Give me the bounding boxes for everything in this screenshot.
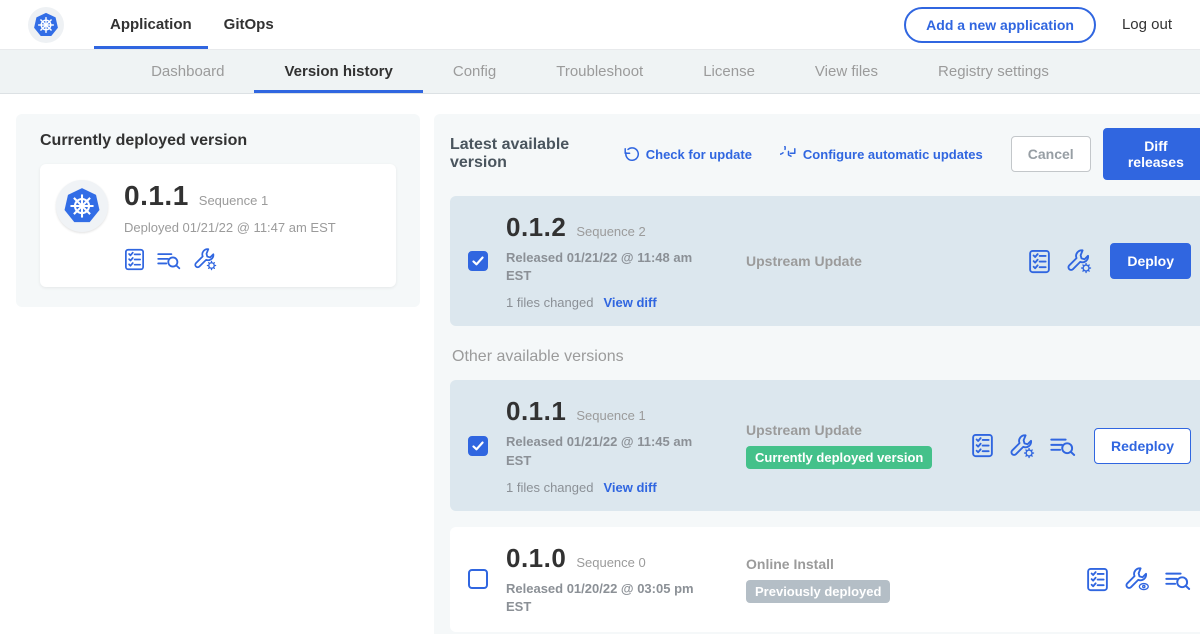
previously-deployed-badge: Previously deployed <box>746 580 890 603</box>
available-versions-panel: Latest available version Check for updat… <box>434 114 1200 634</box>
files-changed-label: 1 files changed <box>506 480 593 495</box>
view-diff-link[interactable]: View diff <box>603 480 656 495</box>
currently-deployed-badge: Currently deployed version <box>746 446 932 469</box>
kubernetes-logo <box>28 7 64 43</box>
deploy-logs-icon[interactable] <box>1050 434 1076 457</box>
version-number: 0.1.1 <box>506 396 566 427</box>
subnav-version-history[interactable]: Version history <box>254 50 422 93</box>
config-wrench-gear-icon[interactable] <box>1009 433 1035 459</box>
preflight-checklist-icon[interactable] <box>971 433 994 458</box>
app-icon-kubernetes <box>56 180 108 232</box>
subnav-config[interactable]: Config <box>423 50 526 93</box>
sequence-label: Sequence 1 <box>576 408 645 423</box>
files-changed-label: 1 files changed <box>506 295 593 310</box>
version-source-label: Online Install <box>746 556 971 572</box>
deployed-version-card: 0.1.1 Sequence 1 Deployed 01/21/22 @ 11:… <box>40 164 396 287</box>
released-timestamp: Released 01/21/22 @ 11:45 am EST <box>506 433 701 469</box>
deployed-sequence-label: Sequence 1 <box>199 193 268 208</box>
deployed-panel-title: Currently deployed version <box>40 132 396 150</box>
subnav-troubleshoot[interactable]: Troubleshoot <box>526 50 673 93</box>
subnav-dashboard[interactable]: Dashboard <box>121 50 254 93</box>
version-row-0-1-2: 0.1.2 Sequence 2 Released 01/21/22 @ 11:… <box>450 196 1200 326</box>
main-content: Currently deployed version 0.1.1 Sequenc… <box>0 94 1200 634</box>
config-wrench-view-icon[interactable] <box>1124 566 1150 592</box>
top-header: Application GitOps Add a new application… <box>0 0 1200 50</box>
subnav-license[interactable]: License <box>673 50 785 93</box>
version-row-0-1-0: 0.1.0 Sequence 0 Released 01/20/22 @ 03:… <box>450 527 1200 632</box>
version-checkbox[interactable] <box>468 436 488 456</box>
deployed-version-number: 0.1.1 <box>124 180 189 212</box>
preflight-checklist-icon[interactable] <box>124 248 145 271</box>
latest-available-title: Latest available version <box>450 136 607 172</box>
version-row-0-1-1: 0.1.1 Sequence 1 Released 01/21/22 @ 11:… <box>450 380 1200 510</box>
other-available-versions-title: Other available versions <box>452 348 1200 366</box>
deployed-timestamp: Deployed 01/21/22 @ 11:47 am EST <box>124 220 336 235</box>
add-application-button[interactable]: Add a new application <box>904 7 1096 43</box>
view-diff-link[interactable]: View diff <box>603 295 656 310</box>
app-subnav: Dashboard Version history Config Trouble… <box>0 50 1200 94</box>
subnav-registry-settings[interactable]: Registry settings <box>908 50 1079 93</box>
preflight-checklist-icon[interactable] <box>1086 567 1109 592</box>
logout-button[interactable]: Log out <box>1122 16 1172 33</box>
config-wrench-gear-icon[interactable] <box>1066 248 1092 274</box>
subnav-view-files[interactable]: View files <box>785 50 908 93</box>
currently-deployed-panel: Currently deployed version 0.1.1 Sequenc… <box>16 114 420 307</box>
check-for-update-link[interactable]: Check for update <box>623 146 752 163</box>
version-checkbox[interactable] <box>468 569 488 589</box>
version-source-label: Upstream Update <box>746 422 971 438</box>
version-checkbox[interactable] <box>468 251 488 271</box>
tab-application[interactable]: Application <box>94 0 208 49</box>
tab-gitops[interactable]: GitOps <box>208 0 290 49</box>
sequence-label: Sequence 0 <box>576 555 645 570</box>
deploy-logs-icon[interactable] <box>1165 568 1191 591</box>
diff-releases-button[interactable]: Diff releases <box>1103 128 1200 180</box>
header-right: Add a new application Log out <box>904 7 1172 43</box>
version-source-label: Upstream Update <box>746 253 971 269</box>
available-panel-header: Latest available version Check for updat… <box>450 128 1200 180</box>
auto-update-clock-icon <box>780 146 797 163</box>
preflight-checklist-icon[interactable] <box>1028 249 1051 274</box>
version-number: 0.1.2 <box>506 212 566 243</box>
cancel-button[interactable]: Cancel <box>1011 136 1091 172</box>
refresh-icon <box>623 146 640 163</box>
configure-automatic-updates-link[interactable]: Configure automatic updates <box>780 146 983 163</box>
released-timestamp: Released 01/20/22 @ 03:05 pm EST <box>506 580 701 616</box>
redeploy-button[interactable]: Redeploy <box>1094 428 1191 464</box>
released-timestamp: Released 01/21/22 @ 11:48 am EST <box>506 249 701 285</box>
header-tabs: Application GitOps <box>94 0 290 49</box>
deploy-button[interactable]: Deploy <box>1110 243 1191 279</box>
config-wrench-gear-icon[interactable] <box>193 247 217 271</box>
version-number: 0.1.0 <box>506 543 566 574</box>
deploy-logs-icon[interactable] <box>157 249 181 270</box>
sequence-label: Sequence 2 <box>576 224 645 239</box>
